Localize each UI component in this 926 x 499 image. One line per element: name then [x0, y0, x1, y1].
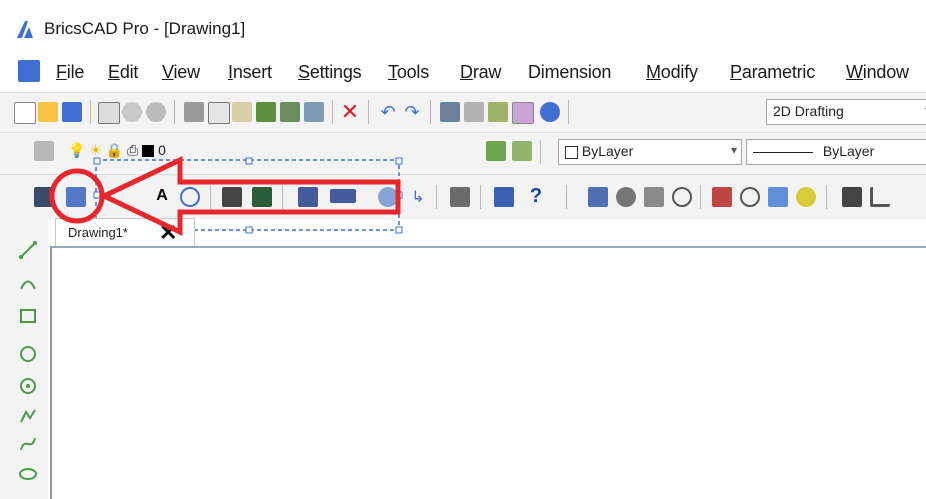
- polyline-icon[interactable]: [18, 406, 38, 426]
- vertical-draw-toolbar: [0, 218, 48, 499]
- spline-icon[interactable]: [18, 434, 38, 454]
- arc-icon[interactable]: [18, 274, 38, 294]
- grip-handle: [245, 226, 253, 234]
- tab-label: Drawing1*: [68, 225, 128, 240]
- drawing-canvas[interactable]: [50, 246, 926, 499]
- line-icon[interactable]: [18, 240, 38, 260]
- ellipse-icon[interactable]: [18, 464, 38, 484]
- grip-handle: [395, 226, 403, 234]
- grip-handle: [93, 191, 101, 199]
- grip-handle: [395, 157, 403, 165]
- grip-handle: [395, 191, 403, 199]
- grip-handle: [93, 157, 101, 165]
- circle-center-icon[interactable]: [18, 376, 38, 396]
- tab-drawing1[interactable]: Drawing1* ✕: [55, 218, 195, 246]
- close-tab-icon[interactable]: ✕: [159, 220, 177, 246]
- circle-icon[interactable]: [18, 344, 38, 364]
- rectangle-icon[interactable]: [18, 306, 38, 326]
- grip-handle: [245, 157, 253, 165]
